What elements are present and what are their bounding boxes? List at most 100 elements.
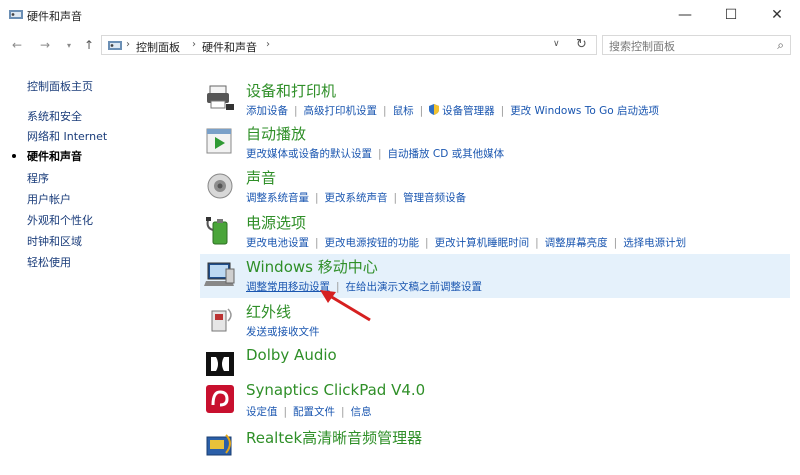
- category-title[interactable]: Dolby Audio: [246, 346, 337, 364]
- minimize-button[interactable]: —: [662, 0, 708, 30]
- link-send-or-receive-file[interactable]: 发送或接收文件: [246, 326, 320, 338]
- link-adjust-system-volume[interactable]: 调整系统音量: [246, 192, 309, 204]
- category-links: 更改电池设置 | 更改电源按钮的功能 | 更改计算机睡眠时间 | 调整屏幕亮度 | 选择电源计划: [246, 235, 686, 250]
- category-infrared: 红外线 发送或接收文件: [200, 299, 790, 341]
- link-choose-power-plan[interactable]: 选择电源计划: [623, 237, 686, 249]
- link-autoplay-cd[interactable]: 自动播放 CD 或其他媒体: [388, 148, 505, 160]
- breadcrumb-control-panel[interactable]: 控制面板: [136, 39, 180, 55]
- link-separator: |: [341, 406, 345, 418]
- window-title: 硬件和声音: [27, 10, 82, 23]
- category-dolby-audio: Dolby Audio: [200, 344, 790, 378]
- annotation-arrow: [320, 290, 371, 322]
- sidebar-item-ease-of-access[interactable]: 轻松使用: [27, 254, 71, 270]
- sidebar-item-control-panel-home[interactable]: 控制面板主页: [27, 78, 93, 94]
- search-box[interactable]: ⌕: [602, 35, 791, 55]
- link-change-default-media-settings[interactable]: 更改媒体或设备的默认设置: [246, 148, 372, 160]
- mobility-center-icon: [204, 262, 235, 286]
- link-change-sleep-time[interactable]: 更改计算机睡眠时间: [435, 237, 530, 249]
- back-button[interactable]: ←: [8, 36, 26, 54]
- link-profiles[interactable]: 配置文件: [293, 406, 335, 418]
- sidebar-item-appearance[interactable]: 外观和个性化: [27, 212, 93, 228]
- category-links: 发送或接收文件: [246, 324, 320, 339]
- sidebar-item-network-and-internet[interactable]: 网络和 Internet: [27, 128, 107, 144]
- category-synaptics-clickpad: Synaptics ClickPad V4.0 设定值 | 配置文件 | 信息: [200, 379, 790, 421]
- category-title[interactable]: 自动播放: [246, 123, 306, 144]
- link-change-battery-settings[interactable]: 更改电池设置: [246, 237, 309, 249]
- category-title[interactable]: Realtek高清晰音频管理器: [246, 427, 422, 448]
- title-bar: 硬件和声音 — ☐ ✕: [0, 0, 800, 30]
- link-separator: |: [378, 148, 382, 160]
- sidebar-item-clock-and-region[interactable]: 时钟和区域: [27, 233, 82, 249]
- printer-icon: [207, 85, 234, 110]
- up-button[interactable]: ↑: [80, 36, 98, 54]
- control-panel-icon: [9, 10, 23, 19]
- breadcrumb-hardware-and-sound[interactable]: 硬件和声音: [202, 39, 257, 55]
- category-title[interactable]: 红外线: [246, 301, 291, 322]
- battery-icon: [206, 217, 228, 245]
- link-separator: |: [383, 105, 387, 117]
- link-windows-to-go-startup[interactable]: 更改 Windows To Go 启动选项: [510, 105, 659, 117]
- link-separator: |: [283, 406, 288, 418]
- breadcrumb-separator: ›: [126, 39, 130, 50]
- address-dropdown-button[interactable]: ∨: [553, 39, 560, 49]
- link-separator: |: [500, 105, 505, 117]
- category-links: 更改媒体或设备的默认设置 | 自动播放 CD 或其他媒体: [246, 146, 504, 161]
- category-links: 调整系统音量 | 更改系统声音 | 管理音频设备: [246, 190, 466, 205]
- category-title[interactable]: 声音: [246, 167, 276, 188]
- breadcrumb-separator: ›: [266, 39, 270, 50]
- link-info[interactable]: 信息: [351, 406, 372, 418]
- dolby-icon: [206, 352, 234, 376]
- link-separator: |: [315, 237, 319, 249]
- link-advanced-printer-setup[interactable]: 高级打印机设置: [304, 105, 378, 117]
- sidebar-item-user-accounts[interactable]: 用户帐户: [27, 191, 71, 207]
- link-separator: |: [535, 237, 539, 249]
- address-bar[interactable]: › 控制面板 › 硬件和声音 › ∨ ↻: [101, 35, 597, 55]
- category-power-options: 电源选项 更改电池设置 | 更改电源按钮的功能 | 更改计算机睡眠时间 | 调整屏幕亮度 | 选…: [200, 210, 790, 252]
- link-manage-audio-devices[interactable]: 管理音频设备: [403, 192, 466, 204]
- synaptics-icon: [206, 385, 234, 413]
- category-devices-and-printers: 设备和打印机 添加设备 | 高级打印机设置 | 鼠标 | 设备管理器 | 更改 Windows …: [200, 78, 790, 120]
- link-device-manager[interactable]: 设备管理器: [442, 105, 495, 117]
- breadcrumb-separator: ›: [192, 39, 196, 50]
- sidebar: 控制面板主页 系统和安全 网络和 Internet 硬件和声音 程序 用户帐户 …: [0, 60, 190, 475]
- autoplay-icon: [206, 128, 232, 154]
- category-title[interactable]: 设备和打印机: [246, 80, 336, 101]
- link-separator: |: [613, 237, 618, 249]
- link-add-device[interactable]: 添加设备: [246, 105, 288, 117]
- link-separator: |: [425, 237, 429, 249]
- sidebar-item-programs[interactable]: 程序: [27, 170, 49, 186]
- link-change-power-button-function[interactable]: 更改电源按钮的功能: [325, 237, 420, 249]
- close-button[interactable]: ✕: [754, 0, 800, 30]
- uac-shield-icon: [429, 104, 440, 115]
- link-mouse[interactable]: 鼠标: [393, 105, 414, 117]
- link-change-system-sounds[interactable]: 更改系统声音: [325, 192, 388, 204]
- recent-locations-button[interactable]: ▾: [60, 36, 78, 54]
- realtek-icon: [206, 434, 232, 456]
- refresh-button[interactable]: ↻: [576, 37, 587, 52]
- sidebar-item-system-and-security[interactable]: 系统和安全: [27, 108, 82, 124]
- category-links: 设定值 | 配置文件 | 信息: [246, 404, 372, 419]
- control-panel-icon: [108, 41, 122, 50]
- category-sound: 声音 调整系统音量 | 更改系统声音 | 管理音频设备: [200, 165, 790, 207]
- forward-button[interactable]: →: [36, 36, 54, 54]
- category-title[interactable]: Windows 移动中心: [246, 256, 378, 277]
- search-input[interactable]: [607, 37, 771, 55]
- search-icon[interactable]: ⌕: [777, 38, 784, 53]
- link-separator: |: [294, 105, 298, 117]
- active-item-bullet: [12, 154, 16, 158]
- category-realtek-audio-manager: Realtek高清晰音频管理器: [200, 425, 790, 459]
- speaker-icon: [207, 173, 233, 199]
- category-title[interactable]: Synaptics ClickPad V4.0: [246, 381, 425, 399]
- category-windows-mobility-center: Windows 移动中心 调整常用移动设置 | 在给出演示文稿之前调整设置: [200, 254, 790, 298]
- category-autoplay: 自动播放 更改媒体或设备的默认设置 | 自动播放 CD 或其他媒体: [200, 121, 790, 163]
- link-adjust-screen-brightness[interactable]: 调整屏幕亮度: [545, 237, 608, 249]
- category-links: 添加设备 | 高级打印机设置 | 鼠标 | 设备管理器 | 更改 Windows To Go 启…: [246, 103, 659, 118]
- category-title[interactable]: 电源选项: [246, 212, 306, 233]
- link-separator: |: [419, 105, 424, 117]
- maximize-button[interactable]: ☐: [708, 0, 754, 30]
- link-separator: |: [393, 192, 398, 204]
- infrared-icon: [211, 308, 232, 332]
- link-settings[interactable]: 设定值: [246, 406, 278, 418]
- sidebar-item-hardware-and-sound[interactable]: 硬件和声音: [27, 148, 82, 164]
- navigation-bar: ← → ▾ ↑ › 控制面板 › 硬件和声音 › ∨ ↻ ⌕: [0, 30, 800, 60]
